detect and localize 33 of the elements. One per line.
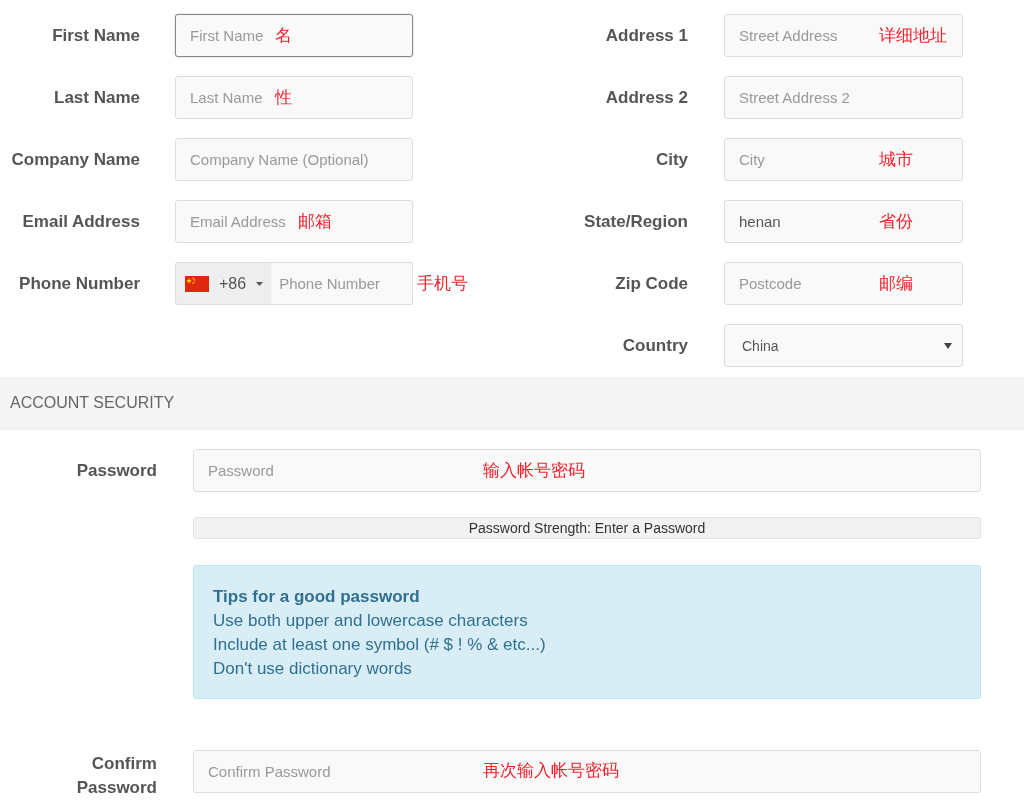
- field-label: Password: [76, 459, 157, 482]
- field-label: Address 1: [605, 24, 688, 47]
- field-label: Phone Number: [19, 272, 140, 295]
- annotation-text: 名: [275, 26, 293, 44]
- field-label: Zip Code: [615, 272, 688, 295]
- strength-text: Password Strength: Enter a Password: [467, 519, 707, 538]
- annotation-text: 手机号: [417, 274, 468, 292]
- field-label: Last Name: [54, 86, 140, 109]
- caret-icon: [944, 342, 952, 349]
- field-label: Country: [622, 334, 688, 357]
- field-label: Confirm Password: [75, 753, 157, 799]
- country-select[interactable]: China: [724, 324, 963, 367]
- field-label: Address 2: [605, 86, 688, 109]
- field-label: State/Region: [584, 210, 688, 233]
- tip-text: Don't use dictionary words: [213, 658, 413, 680]
- input-field[interactable]: Company Name (Optional): [175, 138, 413, 181]
- input-field[interactable]: Street Address 2: [724, 76, 963, 119]
- annotation-text: 省份: [879, 212, 913, 230]
- tip-text: Use both upper and lowercase characters: [213, 610, 529, 632]
- field-label: Email Address: [22, 210, 140, 233]
- tips-title: Tips for a good password: [213, 586, 421, 608]
- annotation-text: 再次输入帐号密码: [483, 761, 619, 779]
- annotation-text: 邮箱: [297, 212, 332, 230]
- annotation-text: 详细地址: [879, 26, 947, 44]
- field-label: City: [655, 148, 688, 171]
- field-label: Company Name: [11, 148, 140, 171]
- annotation-text: 输入帐号密码: [483, 461, 585, 479]
- section-header: ACCOUNT SECURITY: [0, 377, 1024, 430]
- tip-text: Include at least one symbol (# $ ! % & etc...): [213, 634, 547, 656]
- annotation-text: 城市: [879, 150, 913, 168]
- annotation-text: 邮编: [879, 274, 913, 292]
- field-label: First Name: [52, 24, 140, 47]
- annotation-text: 性: [274, 88, 292, 106]
